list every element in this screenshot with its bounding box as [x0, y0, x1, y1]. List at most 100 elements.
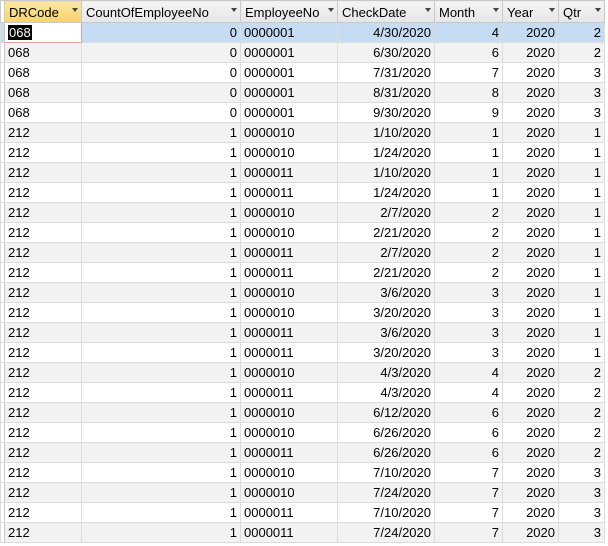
- cell-employeeno[interactable]: 0000011: [240, 502, 338, 523]
- cell-drcode[interactable]: 212: [4, 462, 82, 483]
- cell-employeeno[interactable]: 0000010: [240, 402, 338, 423]
- column-header-countofemployeeno[interactable]: CountOfEmployeeNo: [81, 0, 241, 23]
- cell-qtr[interactable]: 1: [558, 182, 605, 203]
- cell-checkdate[interactable]: 3/20/2020: [337, 342, 435, 363]
- cell-year[interactable]: 2020: [502, 142, 559, 163]
- cell-employeeno[interactable]: 0000010: [240, 202, 338, 223]
- table-row[interactable]: 212 1 0000011 2/21/2020 2 2020 1: [0, 262, 605, 283]
- cell-month[interactable]: 7: [434, 462, 503, 483]
- cell-countofemployeeno[interactable]: 1: [81, 182, 241, 203]
- cell-checkdate[interactable]: 7/31/2020: [337, 62, 435, 83]
- cell-qtr[interactable]: 2: [558, 402, 605, 423]
- cell-drcode[interactable]: 212: [4, 442, 82, 463]
- cell-drcode[interactable]: 212: [4, 502, 82, 523]
- cell-qtr[interactable]: 2: [558, 22, 605, 43]
- cell-month[interactable]: 6: [434, 402, 503, 423]
- cell-countofemployeeno[interactable]: 1: [81, 522, 241, 543]
- cell-qtr[interactable]: 1: [558, 202, 605, 223]
- cell-year[interactable]: 2020: [502, 342, 559, 363]
- cell-checkdate[interactable]: 1/10/2020: [337, 122, 435, 143]
- cell-employeeno[interactable]: 0000011: [240, 162, 338, 183]
- cell-year[interactable]: 2020: [502, 262, 559, 283]
- cell-employeeno[interactable]: 0000001: [240, 22, 338, 43]
- cell-qtr[interactable]: 2: [558, 422, 605, 443]
- cell-qtr[interactable]: 1: [558, 162, 605, 183]
- cell-drcode[interactable]: 212: [4, 522, 82, 543]
- cell-countofemployeeno[interactable]: 1: [81, 262, 241, 283]
- table-row[interactable]: 068 0 0000001 8/31/2020 8 2020 3: [0, 82, 605, 103]
- cell-month[interactable]: 9: [434, 102, 503, 123]
- cell-qtr[interactable]: 2: [558, 382, 605, 403]
- cell-year[interactable]: 2020: [502, 182, 559, 203]
- cell-drcode[interactable]: 212: [4, 222, 82, 243]
- cell-year[interactable]: 2020: [502, 302, 559, 323]
- cell-employeeno[interactable]: 0000010: [240, 282, 338, 303]
- cell-checkdate[interactable]: 3/6/2020: [337, 322, 435, 343]
- cell-countofemployeeno[interactable]: 0: [81, 22, 241, 43]
- cell-qtr[interactable]: 1: [558, 242, 605, 263]
- table-row[interactable]: 212 1 0000010 6/26/2020 6 2020 2: [0, 422, 605, 443]
- cell-qtr[interactable]: 1: [558, 302, 605, 323]
- cell-month[interactable]: 7: [434, 482, 503, 503]
- cell-checkdate[interactable]: 7/10/2020: [337, 502, 435, 523]
- table-row[interactable]: 212 1 0000011 3/6/2020 3 2020 1: [0, 322, 605, 343]
- table-row[interactable]: 212 1 0000010 1/10/2020 1 2020 1: [0, 122, 605, 143]
- table-row[interactable]: 212 1 0000010 1/24/2020 1 2020 1: [0, 142, 605, 163]
- cell-drcode[interactable]: 212: [4, 302, 82, 323]
- cell-qtr[interactable]: 1: [558, 142, 605, 163]
- cell-countofemployeeno[interactable]: 1: [81, 442, 241, 463]
- cell-countofemployeeno[interactable]: 1: [81, 162, 241, 183]
- cell-countofemployeeno[interactable]: 1: [81, 242, 241, 263]
- cell-qtr[interactable]: 1: [558, 262, 605, 283]
- cell-countofemployeeno[interactable]: 1: [81, 122, 241, 143]
- cell-drcode[interactable]: 212: [4, 322, 82, 343]
- cell-countofemployeeno[interactable]: 0: [81, 62, 241, 83]
- cell-checkdate[interactable]: 4/3/2020: [337, 382, 435, 403]
- cell-employeeno[interactable]: 0000010: [240, 482, 338, 503]
- cell-drcode[interactable]: 212: [4, 282, 82, 303]
- table-row[interactable]: 212 1 0000011 3/20/2020 3 2020 1: [0, 342, 605, 363]
- cell-employeeno[interactable]: 0000010: [240, 302, 338, 323]
- cell-checkdate[interactable]: 2/21/2020: [337, 222, 435, 243]
- cell-checkdate[interactable]: 8/31/2020: [337, 82, 435, 103]
- chevron-down-icon[interactable]: [493, 8, 499, 12]
- cell-employeeno[interactable]: 0000001: [240, 62, 338, 83]
- cell-employeeno[interactable]: 0000010: [240, 122, 338, 143]
- chevron-down-icon[interactable]: [231, 8, 237, 12]
- table-row[interactable]: 212 1 0000011 7/10/2020 7 2020 3: [0, 502, 605, 523]
- cell-month[interactable]: 4: [434, 382, 503, 403]
- chevron-down-icon[interactable]: [328, 8, 334, 12]
- cell-drcode[interactable]: 068: [4, 42, 82, 63]
- cell-year[interactable]: 2020: [502, 402, 559, 423]
- cell-year[interactable]: 2020: [502, 42, 559, 63]
- cell-employeeno[interactable]: 0000010: [240, 422, 338, 443]
- cell-countofemployeeno[interactable]: 1: [81, 462, 241, 483]
- cell-checkdate[interactable]: 6/12/2020: [337, 402, 435, 423]
- cell-month[interactable]: 3: [434, 302, 503, 323]
- cell-drcode[interactable]: 212: [4, 162, 82, 183]
- table-row[interactable]: 068 0 0000001 9/30/2020 9 2020 3: [0, 102, 605, 123]
- cell-month[interactable]: 3: [434, 282, 503, 303]
- cell-month[interactable]: 4: [434, 362, 503, 383]
- cell-employeeno[interactable]: 0000010: [240, 142, 338, 163]
- column-header-year[interactable]: Year: [502, 0, 559, 23]
- cell-month[interactable]: 8: [434, 82, 503, 103]
- cell-checkdate[interactable]: 1/24/2020: [337, 142, 435, 163]
- cell-checkdate[interactable]: 3/6/2020: [337, 282, 435, 303]
- cell-countofemployeeno[interactable]: 1: [81, 202, 241, 223]
- cell-countofemployeeno[interactable]: 1: [81, 402, 241, 423]
- cell-qtr[interactable]: 1: [558, 282, 605, 303]
- cell-year[interactable]: 2020: [502, 382, 559, 403]
- cell-year[interactable]: 2020: [502, 322, 559, 343]
- cell-year[interactable]: 2020: [502, 522, 559, 543]
- table-row[interactable]: 212 1 0000011 1/24/2020 1 2020 1: [0, 182, 605, 203]
- cell-drcode[interactable]: 212: [4, 262, 82, 283]
- cell-checkdate[interactable]: 6/30/2020: [337, 42, 435, 63]
- cell-checkdate[interactable]: 7/24/2020: [337, 522, 435, 543]
- cell-month[interactable]: 2: [434, 222, 503, 243]
- cell-month[interactable]: 1: [434, 182, 503, 203]
- table-row[interactable]: 212 1 0000011 4/3/2020 4 2020 2: [0, 382, 605, 403]
- cell-drcode[interactable]: 212: [4, 342, 82, 363]
- cell-employeeno[interactable]: 0000010: [240, 222, 338, 243]
- cell-qtr[interactable]: 2: [558, 42, 605, 63]
